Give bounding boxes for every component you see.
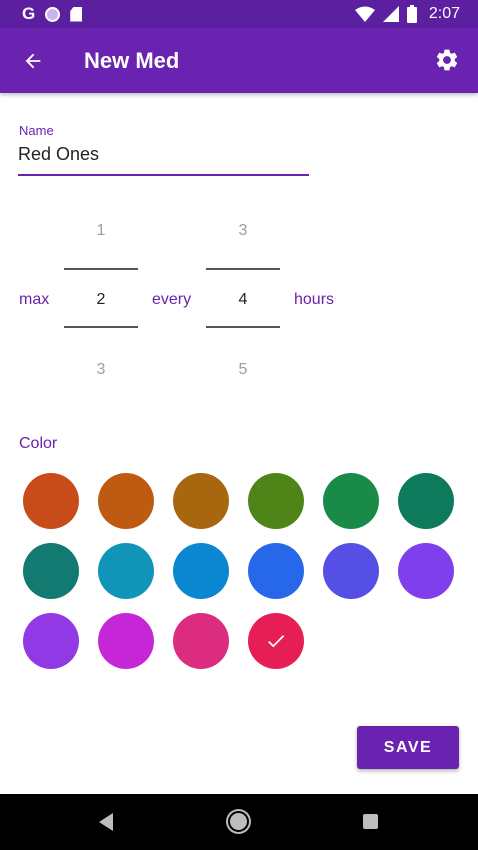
nav-home-icon[interactable]	[228, 811, 249, 832]
color-swatch[interactable]	[173, 473, 229, 529]
gear-icon	[436, 49, 458, 71]
picker-divider	[206, 268, 280, 270]
wifi-icon	[354, 6, 375, 22]
max-picker-selected[interactable]: 2	[64, 291, 138, 309]
max-picker-above[interactable]: 1	[64, 222, 138, 240]
color-swatch[interactable]	[248, 473, 304, 529]
page-title: New Med	[84, 48, 180, 73]
signal-icon	[382, 6, 399, 22]
status-right-icons: 2:07	[354, 4, 460, 24]
hours-picker-above[interactable]: 3	[206, 222, 280, 240]
picker-divider	[64, 268, 138, 270]
status-left-icons: G	[22, 4, 83, 24]
color-swatch[interactable]	[248, 543, 304, 599]
status-bar: G 2:07	[0, 0, 478, 28]
color-swatch[interactable]	[98, 473, 154, 529]
color-swatch[interactable]	[98, 543, 154, 599]
nav-recents-icon[interactable]	[363, 814, 378, 829]
battery-icon	[406, 5, 417, 23]
color-swatch[interactable]	[23, 473, 79, 529]
status-time: 2:07	[428, 5, 460, 22]
settings-button[interactable]	[432, 45, 462, 75]
every-label: every	[152, 291, 192, 308]
color-swatch[interactable]	[323, 543, 379, 599]
color-swatch[interactable]	[323, 473, 379, 529]
color-swatch[interactable]	[398, 473, 454, 529]
notification-circle-icon	[45, 6, 61, 22]
name-input[interactable]	[18, 140, 309, 176]
color-swatch[interactable]	[98, 613, 154, 669]
hours-picker[interactable]: 3 4 5	[206, 220, 280, 380]
nav-back-icon[interactable]	[99, 813, 115, 831]
color-swatch[interactable]	[23, 543, 79, 599]
color-swatch[interactable]	[173, 543, 229, 599]
color-label: Color	[19, 435, 58, 452]
save-button[interactable]: SAVE	[357, 726, 459, 769]
max-label: max	[19, 291, 50, 308]
picker-divider	[64, 326, 138, 328]
color-swatch[interactable]	[23, 613, 79, 669]
app-bar: New Med	[0, 28, 478, 93]
google-icon: G	[22, 4, 36, 23]
hours-label: hours	[294, 291, 335, 308]
back-button[interactable]	[18, 46, 48, 76]
picker-divider	[206, 326, 280, 328]
max-picker[interactable]: 1 2 3	[64, 220, 138, 380]
hours-picker-below[interactable]: 5	[206, 361, 280, 379]
name-label: Name	[19, 123, 54, 138]
color-swatch[interactable]	[398, 543, 454, 599]
sd-card-icon	[70, 6, 83, 22]
arrow-back-icon	[25, 53, 41, 69]
navigation-bar	[0, 794, 478, 850]
hours-picker-selected[interactable]: 4	[206, 291, 280, 309]
check-icon	[268, 635, 285, 648]
color-swatch[interactable]	[248, 613, 304, 669]
max-picker-below[interactable]: 3	[64, 361, 138, 379]
color-swatch[interactable]	[173, 613, 229, 669]
